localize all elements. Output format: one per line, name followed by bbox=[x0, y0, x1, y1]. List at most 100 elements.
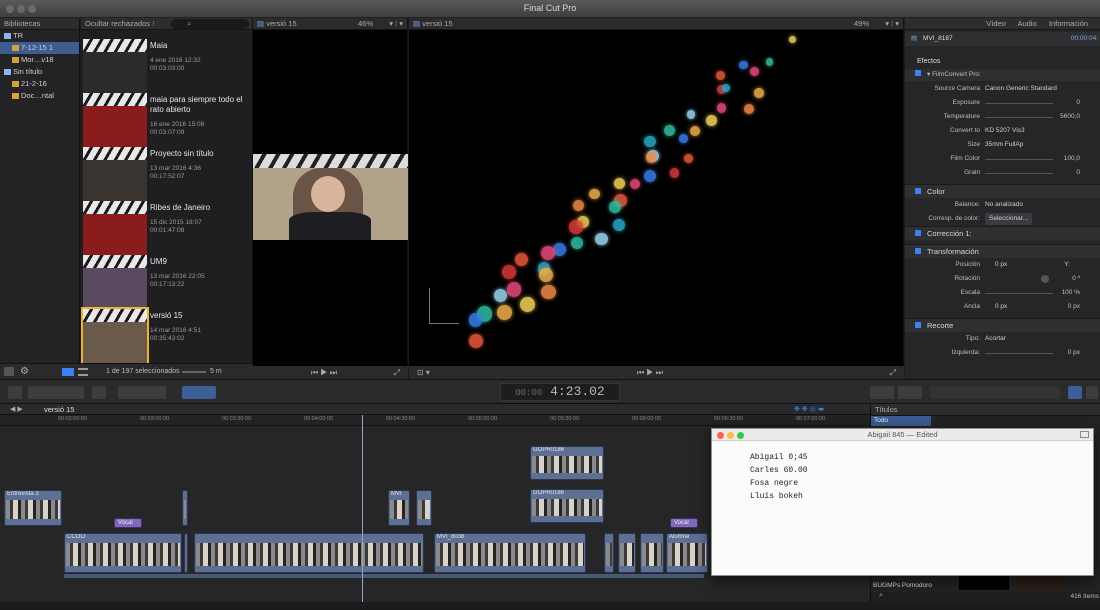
library-item[interactable]: TR bbox=[0, 30, 79, 42]
clip-thumbnail[interactable] bbox=[83, 147, 147, 201]
tab-info[interactable]: Información bbox=[1049, 19, 1088, 28]
exposure-value[interactable]: 0 bbox=[1076, 97, 1080, 109]
transform-enable-checkbox[interactable] bbox=[915, 248, 921, 254]
browser-clip[interactable]: Proyecto sin título 13 mar 2016 4:36 00:17… bbox=[83, 147, 251, 201]
timeline-ruler[interactable]: 00:02:00:00 00:03:00:00 00:03:30:00 00:04:0… bbox=[0, 415, 870, 426]
clip-thumbnail[interactable] bbox=[83, 255, 147, 309]
anchor-y[interactable]: 0 px bbox=[1068, 301, 1080, 313]
transport-controls-right[interactable]: ⏮ ▶ ⏭ bbox=[637, 368, 663, 378]
rotation-dial[interactable] bbox=[1041, 275, 1049, 283]
library-item[interactable]: Mor…v18 bbox=[0, 54, 79, 66]
storyline-clip[interactable]: CCOO bbox=[64, 533, 182, 573]
storyline-clip[interactable] bbox=[194, 533, 424, 573]
color-enable-checkbox[interactable] bbox=[915, 188, 921, 194]
note-line-4[interactable]: Lluís bokeh bbox=[750, 492, 803, 501]
tab-audio[interactable]: Audio bbox=[1018, 19, 1037, 28]
import-button[interactable] bbox=[8, 386, 22, 399]
list-view-icon[interactable] bbox=[78, 368, 88, 376]
browser-clip[interactable]: maia para siempre todo el rato abierto 16… bbox=[83, 93, 251, 147]
connected-clip[interactable]: GOPR0186 bbox=[530, 489, 604, 523]
browser-clip[interactable]: versió 15 14 mar 2016 4:51 00:35:43:02 bbox=[81, 307, 251, 363]
connected-clip[interactable]: GOPR0186 bbox=[530, 446, 604, 480]
crop-enable-checkbox[interactable] bbox=[915, 322, 921, 328]
tab-video[interactable]: Vídeo bbox=[986, 19, 1006, 28]
crop-left-slider[interactable] bbox=[985, 353, 1053, 354]
enhance-button[interactable] bbox=[898, 386, 922, 399]
connected-clip[interactable]: MVI bbox=[388, 490, 410, 526]
transform-handle[interactable] bbox=[429, 288, 459, 324]
library-item[interactable]: Sin título bbox=[0, 66, 79, 78]
gear-icon[interactable]: ⚙ bbox=[20, 366, 29, 377]
titles-browser-button[interactable] bbox=[1068, 386, 1082, 399]
transport-controls-left[interactable]: ⏮ ▶ ⏭ bbox=[311, 368, 337, 378]
voiceover-clip[interactable]: Vocal bbox=[670, 518, 698, 528]
size-popup[interactable]: 35mm FullAp bbox=[985, 139, 1023, 151]
clip-zoom-slider[interactable] bbox=[182, 371, 206, 373]
rotation-value[interactable]: 0 º bbox=[1072, 273, 1080, 285]
keyword-buttons[interactable] bbox=[28, 386, 84, 399]
audio-track[interactable] bbox=[64, 574, 704, 578]
browser-clip[interactable]: UM9 13 mar 2016 22:05 00:17:13:22 bbox=[83, 255, 251, 309]
library-toggle-icon[interactable] bbox=[4, 367, 14, 376]
browser-clip[interactable]: Ribes de Janeiro 15 dic 2015 18:07 00:01:4… bbox=[83, 201, 251, 255]
title-item-name[interactable]: BUGMPs Pomodoro bbox=[873, 582, 932, 589]
viewer-left-zoom[interactable]: 46% bbox=[358, 18, 373, 30]
generators-button[interactable] bbox=[1086, 386, 1098, 399]
storyline-clip[interactable]: Alumne bbox=[666, 533, 708, 573]
select-tool-button[interactable] bbox=[182, 386, 216, 399]
titles-tab[interactable]: Títulos bbox=[875, 405, 898, 414]
dashboard-timecode[interactable]: 00:00 4:23.02 bbox=[500, 383, 620, 401]
view-options-icon[interactable]: ▾ ⁞ ▾ bbox=[389, 18, 403, 30]
titles-category-all[interactable]: Todo bbox=[871, 416, 931, 426]
view-options-icon[interactable]: ▾ ⁞ ▾ bbox=[885, 18, 899, 30]
clip-thumbnail[interactable] bbox=[83, 201, 147, 255]
storyline-clip[interactable]: MVI_8038 bbox=[434, 533, 586, 573]
browser-clip[interactable]: Maia 4 ene 2016 12:32 00:03:03:00 bbox=[83, 39, 251, 93]
edit-buttons[interactable] bbox=[118, 386, 166, 399]
search-field[interactable] bbox=[171, 19, 249, 29]
grain-value[interactable]: 0 bbox=[1076, 167, 1080, 179]
media-browser-buttons[interactable] bbox=[930, 386, 1060, 399]
key-icon[interactable] bbox=[92, 386, 106, 399]
temperature-slider[interactable] bbox=[985, 117, 1053, 118]
correction-enable-checkbox[interactable] bbox=[915, 230, 921, 236]
note-line-1[interactable]: Abigail 0;45 bbox=[750, 453, 808, 462]
filter-popup[interactable]: Ocultar rechazados ⁝ bbox=[85, 19, 155, 28]
exposure-slider[interactable] bbox=[985, 103, 1053, 104]
note-line-3[interactable]: Fosa negre bbox=[750, 479, 798, 488]
storyline-clip[interactable] bbox=[640, 533, 664, 573]
connected-clip[interactable] bbox=[182, 490, 188, 526]
fullscreen-icon[interactable]: ⤢ bbox=[890, 368, 896, 378]
clip-thumbnail[interactable] bbox=[81, 307, 149, 363]
position-x[interactable]: 0 px bbox=[995, 259, 1007, 271]
chevron-down-icon[interactable]: ▾ bbox=[927, 71, 930, 78]
film-color-slider[interactable] bbox=[985, 159, 1053, 160]
temperature-value[interactable]: 5600,0 bbox=[1060, 111, 1080, 123]
crop-left-value[interactable]: 0 px bbox=[1068, 347, 1080, 359]
library-item[interactable]: 7-12-15 1 bbox=[0, 42, 79, 54]
crop-type-popup[interactable]: Acortar bbox=[985, 333, 1006, 345]
storyline-clip[interactable] bbox=[184, 533, 188, 573]
transform-popup[interactable]: ⊡ ▾ bbox=[417, 368, 430, 377]
history-arrows[interactable]: ◀ ▶ bbox=[10, 405, 23, 413]
source-camera-popup[interactable]: Canon Generic Standard bbox=[985, 83, 1057, 95]
fullscreen-icon[interactable]: ⤢ bbox=[394, 368, 400, 378]
search-icon[interactable]: ⌕ bbox=[879, 592, 883, 600]
connected-clip[interactable]: Entrevista 3 bbox=[4, 490, 62, 526]
effect-enable-checkbox[interactable] bbox=[915, 70, 921, 76]
playhead[interactable] bbox=[362, 415, 363, 602]
timeline-view-icons[interactable]: ✥ ✥ ◎ ◂▸ bbox=[794, 405, 825, 413]
effects-browser-button[interactable] bbox=[870, 386, 894, 399]
connected-clip[interactable] bbox=[416, 490, 432, 526]
scale-value[interactable]: 100 % bbox=[1062, 287, 1080, 299]
library-item[interactable]: Doc…ntal bbox=[0, 90, 79, 102]
storyline-clip[interactable] bbox=[618, 533, 636, 573]
scale-slider[interactable] bbox=[985, 293, 1053, 294]
document-icon[interactable] bbox=[1080, 431, 1089, 438]
note-line-2[interactable]: Carles 60.00 bbox=[750, 466, 808, 475]
voiceover-clip[interactable]: Vocal bbox=[114, 518, 142, 528]
anchor-x[interactable]: 0 px bbox=[995, 301, 1007, 313]
clip-thumbnail[interactable] bbox=[83, 39, 147, 93]
convert-to-popup[interactable]: KD 5207 Vis3 bbox=[985, 125, 1025, 137]
filmstrip-view-icon[interactable] bbox=[62, 368, 74, 376]
